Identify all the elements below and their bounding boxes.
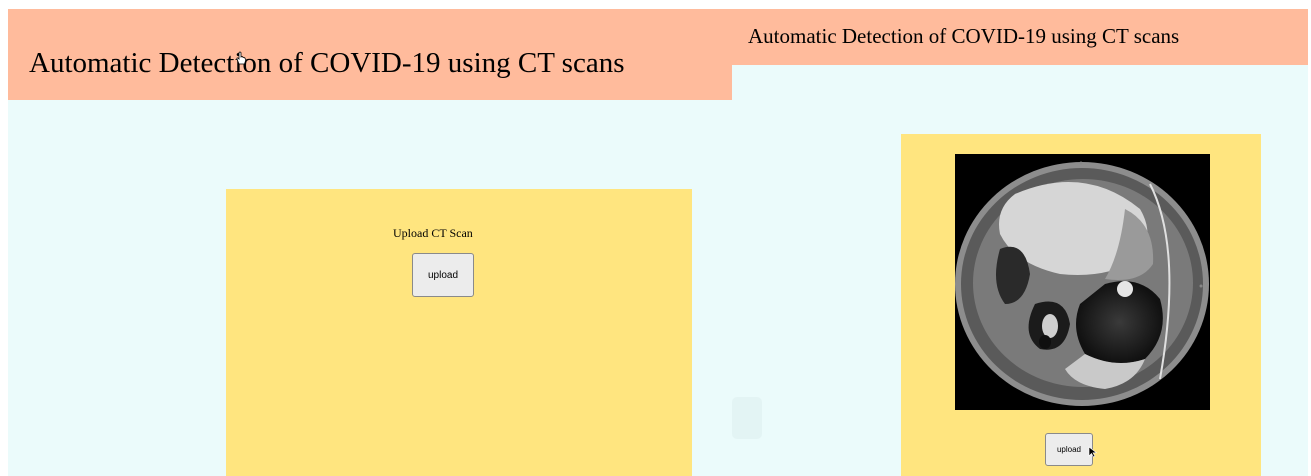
ct-scan-image: [955, 154, 1210, 410]
result-card: upload: [901, 134, 1261, 476]
hand-pointer-icon: [236, 51, 247, 65]
upload-card: Upload CT Scan upload: [226, 189, 692, 476]
upload-ct-scan-label: Upload CT Scan: [393, 226, 473, 240]
upload-button[interactable]: upload: [412, 253, 474, 297]
upload-button[interactable]: upload: [1045, 433, 1093, 466]
ct-scan-drawing: [955, 154, 1210, 410]
right-screenshot-panel: Automatic Detection of COVID-19 using CT…: [732, 9, 1308, 476]
page-title: Automatic Detection of COVID-19 using CT…: [748, 24, 1180, 48]
left-screenshot-panel: Automatic Detection of COVID-19 using CT…: [8, 9, 732, 476]
page-title: Automatic Detection of COVID-19 using CT…: [29, 47, 625, 79]
page-header: Automatic Detection of COVID-19 using CT…: [8, 9, 732, 100]
faded-overlay: [732, 397, 762, 439]
arrow-pointer-icon: [1088, 446, 1098, 458]
page-header: Automatic Detection of COVID-19 using CT…: [732, 9, 1308, 65]
